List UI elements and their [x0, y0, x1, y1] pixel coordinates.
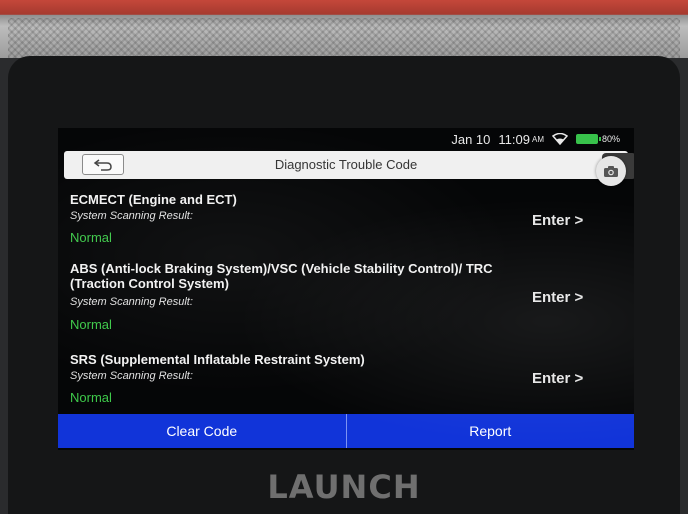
- title-bar: Diagnostic Trouble Code: [64, 151, 634, 179]
- status-ampm: AM: [531, 134, 544, 144]
- scan-result-label: System Scanning Result:: [70, 210, 193, 222]
- camera-icon: [604, 165, 618, 177]
- device-top-frame: [0, 0, 688, 58]
- scan-result-value: Normal: [70, 390, 112, 405]
- status-time: 11:09: [498, 131, 530, 147]
- report-button[interactable]: Report: [347, 414, 635, 448]
- brand-logo: LAUNCH: [267, 468, 421, 506]
- screen: Jan 10 11:09 AM 80% Diagnostic Trouble C…: [58, 128, 634, 450]
- screenshot-button[interactable]: [596, 156, 626, 186]
- page-title: Diagnostic Trouble Code: [274, 157, 418, 172]
- status-bar: Jan 10 11:09 AM 80%: [58, 128, 634, 150]
- system-name: SRS (Supplemental Inflatable Restraint S…: [70, 352, 365, 367]
- wifi-icon: [551, 133, 568, 145]
- enter-button[interactable]: Enter >: [532, 370, 583, 387]
- system-name: ECMECT (Engine and ECT): [70, 192, 237, 207]
- battery-percent: 80%: [601, 134, 620, 144]
- scan-result-label: System Scanning Result:: [70, 296, 193, 308]
- status-date: Jan 10: [451, 131, 491, 147]
- footer-action-bar: Clear Code Report: [58, 414, 634, 448]
- battery-icon: [575, 134, 601, 144]
- scan-result-value: Normal: [70, 317, 112, 332]
- scan-result-label: System Scanning Result:: [70, 370, 193, 382]
- scan-result-value: Normal: [70, 230, 112, 245]
- system-name: ABS (Anti-lock Braking System)/VSC (Vehi…: [70, 261, 493, 291]
- clear-code-button[interactable]: Clear Code: [58, 414, 346, 448]
- enter-button[interactable]: Enter >: [532, 289, 583, 306]
- enter-button[interactable]: Enter >: [532, 212, 583, 229]
